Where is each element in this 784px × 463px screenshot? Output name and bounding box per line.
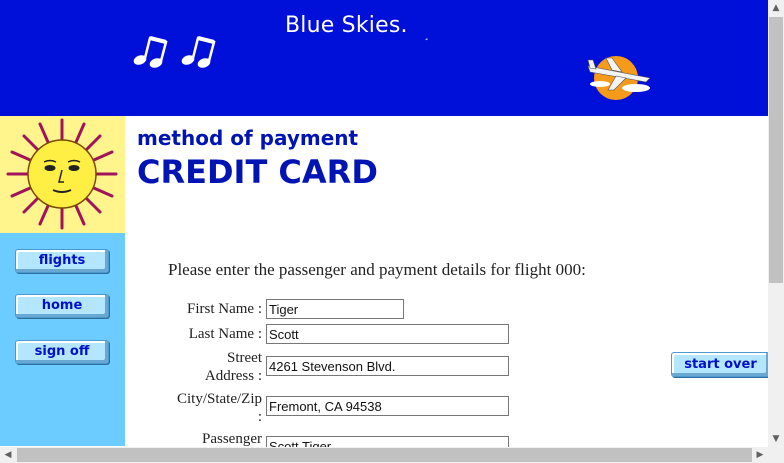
page-subtitle: method of payment — [137, 126, 359, 150]
brand-logo-text: Blue Skies. — [285, 13, 408, 38]
flights-button[interactable]: flights — [15, 249, 109, 273]
sidebar: flights home sign off — [0, 116, 125, 446]
sign-off-button[interactable]: sign off — [15, 340, 109, 364]
last-name-input[interactable] — [266, 324, 509, 344]
last-name-label: Last Name : — [188, 326, 262, 342]
instruction-text: Please enter the passenger and payment d… — [168, 260, 586, 279]
vertical-scroll-thumb[interactable] — [769, 17, 783, 283]
first-name-label: First Name : — [187, 301, 262, 317]
first-name-input[interactable] — [266, 299, 404, 319]
scroll-left-icon[interactable]: ◀ — [0, 447, 16, 463]
horizontal-scroll-thumb[interactable] — [17, 448, 752, 462]
passenger-label: Passenger — [202, 431, 262, 447]
banner: Blue Skies. ¸ — [0, 0, 768, 116]
scroll-down-icon[interactable]: ▼ — [768, 431, 784, 447]
scroll-up-icon[interactable]: ▲ — [768, 0, 784, 16]
start-over-button[interactable]: start over — [671, 352, 770, 377]
city-label-line2: : — [257, 409, 262, 425]
city-label-line1: City/State/Zip — [177, 391, 262, 407]
music-notes-icon — [133, 36, 216, 68]
city-state-zip-label: City/State/Zip : — [162, 390, 262, 426]
page-title: CREDIT CARD — [137, 153, 378, 191]
brand-mark: ¸ — [424, 30, 429, 41]
airplane-sun-icon — [587, 56, 651, 100]
sun-face-icon — [0, 116, 125, 233]
city-state-zip-input[interactable] — [266, 396, 509, 416]
scroll-right-icon[interactable]: ▶ — [752, 447, 768, 463]
street-label-line2: Address : — [204, 368, 262, 384]
home-button[interactable]: home — [15, 294, 109, 318]
street-address-input[interactable] — [266, 356, 509, 376]
street-address-label: Street Address : — [162, 349, 262, 385]
street-label-line1: Street — [227, 350, 262, 366]
